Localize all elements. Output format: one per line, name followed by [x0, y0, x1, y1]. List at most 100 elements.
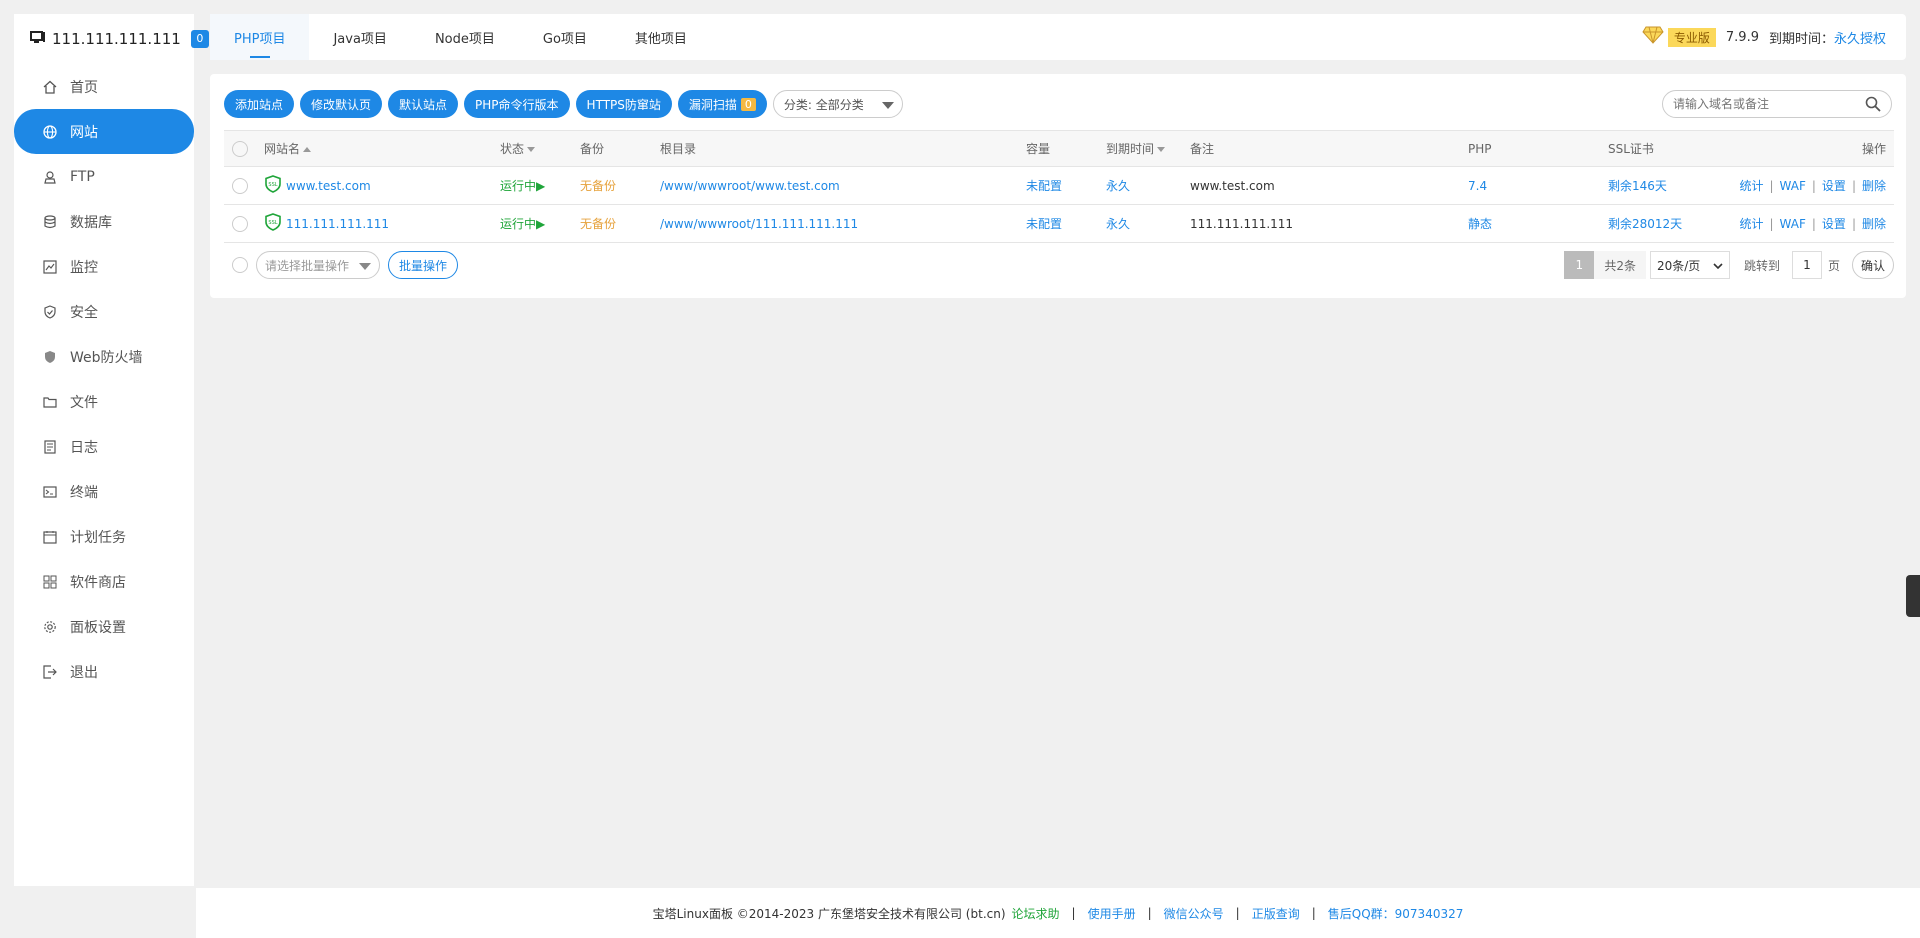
expire-label: 到期时间：	[1768, 31, 1834, 47]
row-checkbox[interactable]	[232, 177, 248, 194]
sidebar-item-label: 首页	[70, 79, 98, 96]
sidebar-item-12[interactable]: 面板设置	[14, 604, 194, 649]
row-checkbox[interactable]	[232, 215, 248, 232]
site-search[interactable]	[1662, 90, 1892, 118]
sidebar-item-8[interactable]: 日志	[14, 424, 194, 469]
stats-link[interactable]: 统计	[1739, 179, 1763, 193]
col-remark: 备注	[1190, 130, 1468, 167]
qq-group-link[interactable]: 售后QQ群：907340327	[1328, 905, 1464, 922]
tab-2[interactable]: Node项目	[411, 14, 519, 60]
sidebar-item-5[interactable]: 安全	[14, 289, 194, 334]
sidebar-item-1[interactable]: 网站	[14, 109, 194, 154]
settings-link[interactable]: 设置	[1822, 179, 1846, 193]
sidebar-item-13[interactable]: 退出	[14, 649, 194, 694]
manual-link[interactable]: 使用手册	[1088, 905, 1136, 922]
sidebar-item-label: 日志	[70, 439, 98, 456]
site-ssl[interactable]: 剩余146天	[1608, 166, 1708, 205]
site-status[interactable]: 运行中▶	[500, 204, 580, 243]
sort-icon	[527, 147, 536, 152]
tab-0[interactable]: PHP项目	[210, 14, 310, 60]
site-root-link[interactable]: /www/wwwroot/111.111.111.111	[660, 204, 1026, 243]
forum-link[interactable]: 论坛求助	[1012, 905, 1060, 922]
col-root: 根目录	[660, 130, 1026, 167]
confirm-jump-button[interactable]: 确认	[1851, 251, 1894, 279]
waf-link[interactable]: WAF	[1780, 179, 1806, 193]
select-all-checkbox-bottom[interactable]	[232, 257, 248, 273]
sidebar-item-0[interactable]: 首页	[14, 64, 194, 109]
total-count: 共2条	[1594, 251, 1646, 279]
sidebar-item-3[interactable]: 数据库	[14, 199, 194, 244]
php-cli-version-button[interactable]: PHP命令行版本	[464, 90, 570, 118]
svg-text:SSL: SSL	[268, 220, 277, 226]
site-root-link[interactable]: /www/wwwroot/www.test.com	[660, 166, 1026, 205]
stats-link[interactable]: 统计	[1739, 217, 1763, 231]
add-site-button[interactable]: 添加站点	[224, 90, 295, 118]
folder-icon	[42, 394, 58, 410]
tab-3[interactable]: Go项目	[519, 14, 611, 60]
expire-value[interactable]: 永久授权	[1834, 32, 1886, 47]
pro-edition-badge[interactable]: 专业版	[1642, 26, 1716, 48]
sidebar-item-4[interactable]: 监控	[14, 244, 194, 289]
sidebar-item-label: 计划任务	[70, 529, 126, 546]
pagination: 1 共2条 20条/页 跳转到 1 页 确认	[1564, 251, 1894, 279]
category-select[interactable]: 分类: 全部分类	[772, 90, 903, 118]
col-status[interactable]: 状态	[500, 130, 580, 167]
site-expire[interactable]: 永久	[1106, 166, 1190, 205]
side-drawer-handle[interactable]	[1906, 575, 1920, 617]
site-remark[interactable]: 111.111.111.111	[1190, 204, 1468, 243]
select-all-checkbox[interactable]	[232, 140, 248, 157]
site-capacity[interactable]: 未配置	[1026, 166, 1106, 205]
site-list-panel: 添加站点 修改默认页 默认站点 PHP命令行版本 HTTPS防窜站 漏洞扫描 0…	[210, 74, 1906, 298]
sidebar-item-10[interactable]: 计划任务	[14, 514, 194, 559]
col-expire[interactable]: 到期时间	[1106, 130, 1190, 167]
search-input[interactable]	[1673, 97, 1865, 111]
genuine-check-link[interactable]: 正版查询	[1252, 905, 1300, 922]
site-remark[interactable]: www.test.com	[1190, 166, 1468, 205]
current-page[interactable]: 1	[1564, 251, 1595, 279]
site-name-link[interactable]: www.test.com	[286, 179, 371, 193]
tab-1[interactable]: Java项目	[309, 14, 410, 60]
site-php-version[interactable]: 静态	[1468, 204, 1608, 243]
jump-page-input[interactable]: 1	[1791, 251, 1822, 279]
col-site-name[interactable]: 网站名	[264, 130, 500, 167]
https-anti-hijack-button[interactable]: HTTPS防窜站	[575, 90, 672, 118]
project-tabs: PHP项目 Java项目 Node项目 Go项目 其他项目	[210, 14, 711, 60]
site-ssl[interactable]: 剩余28012天	[1608, 204, 1708, 243]
site-name-link[interactable]: 111.111.111.111	[286, 217, 389, 231]
default-site-button[interactable]: 默认站点	[388, 90, 459, 118]
wechat-link[interactable]: 微信公众号	[1164, 905, 1224, 922]
page-footer: 宝塔Linux面板 ©2014-2023 广东堡塔安全技术有限公司 (bt.cn…	[196, 888, 1920, 938]
sort-asc-icon	[303, 147, 312, 152]
sidebar-item-6[interactable]: Web防火墙	[14, 334, 194, 379]
edit-default-page-button[interactable]: 修改默认页	[300, 90, 383, 118]
ssl-shield-icon: SSL	[264, 213, 282, 234]
sidebar-item-7[interactable]: 文件	[14, 379, 194, 424]
batch-operation-button[interactable]: 批量操作	[388, 251, 459, 279]
site-backup[interactable]: 无备份	[580, 204, 660, 243]
site-backup[interactable]: 无备份	[580, 166, 660, 205]
delete-link[interactable]: 删除	[1862, 179, 1886, 193]
site-php-version[interactable]: 7.4	[1468, 166, 1608, 205]
site-toolbar: 添加站点 修改默认页 默认站点 PHP命令行版本 HTTPS防窜站 漏洞扫描 0…	[224, 90, 903, 118]
sidebar-item-11[interactable]: 软件商店	[14, 559, 194, 604]
settings-link[interactable]: 设置	[1822, 217, 1846, 231]
site-capacity[interactable]: 未配置	[1026, 204, 1106, 243]
sidebar-item-2[interactable]: FTP	[14, 154, 194, 199]
vuln-scan-button[interactable]: 漏洞扫描 0	[677, 90, 767, 118]
site-expire[interactable]: 永久	[1106, 204, 1190, 243]
logout-icon	[42, 664, 58, 680]
sidebar-item-label: 软件商店	[70, 574, 126, 591]
sidebar-item-9[interactable]: 终端	[14, 469, 194, 514]
sidebar-item-label: 退出	[70, 664, 98, 681]
site-status[interactable]: 运行中▶	[500, 166, 580, 205]
version: 7.9.9	[1725, 29, 1759, 45]
sidebar-item-label: FTP	[70, 168, 95, 185]
delete-link[interactable]: 删除	[1862, 217, 1886, 231]
log-icon	[42, 439, 58, 455]
notification-badge[interactable]: 0	[190, 30, 209, 48]
page-size-select[interactable]: 20条/页	[1649, 251, 1730, 279]
batch-operation-select[interactable]: 请选择批量操作	[256, 251, 380, 279]
search-icon[interactable]	[1865, 96, 1881, 112]
tab-4[interactable]: 其他项目	[611, 14, 711, 60]
waf-link[interactable]: WAF	[1780, 217, 1806, 231]
